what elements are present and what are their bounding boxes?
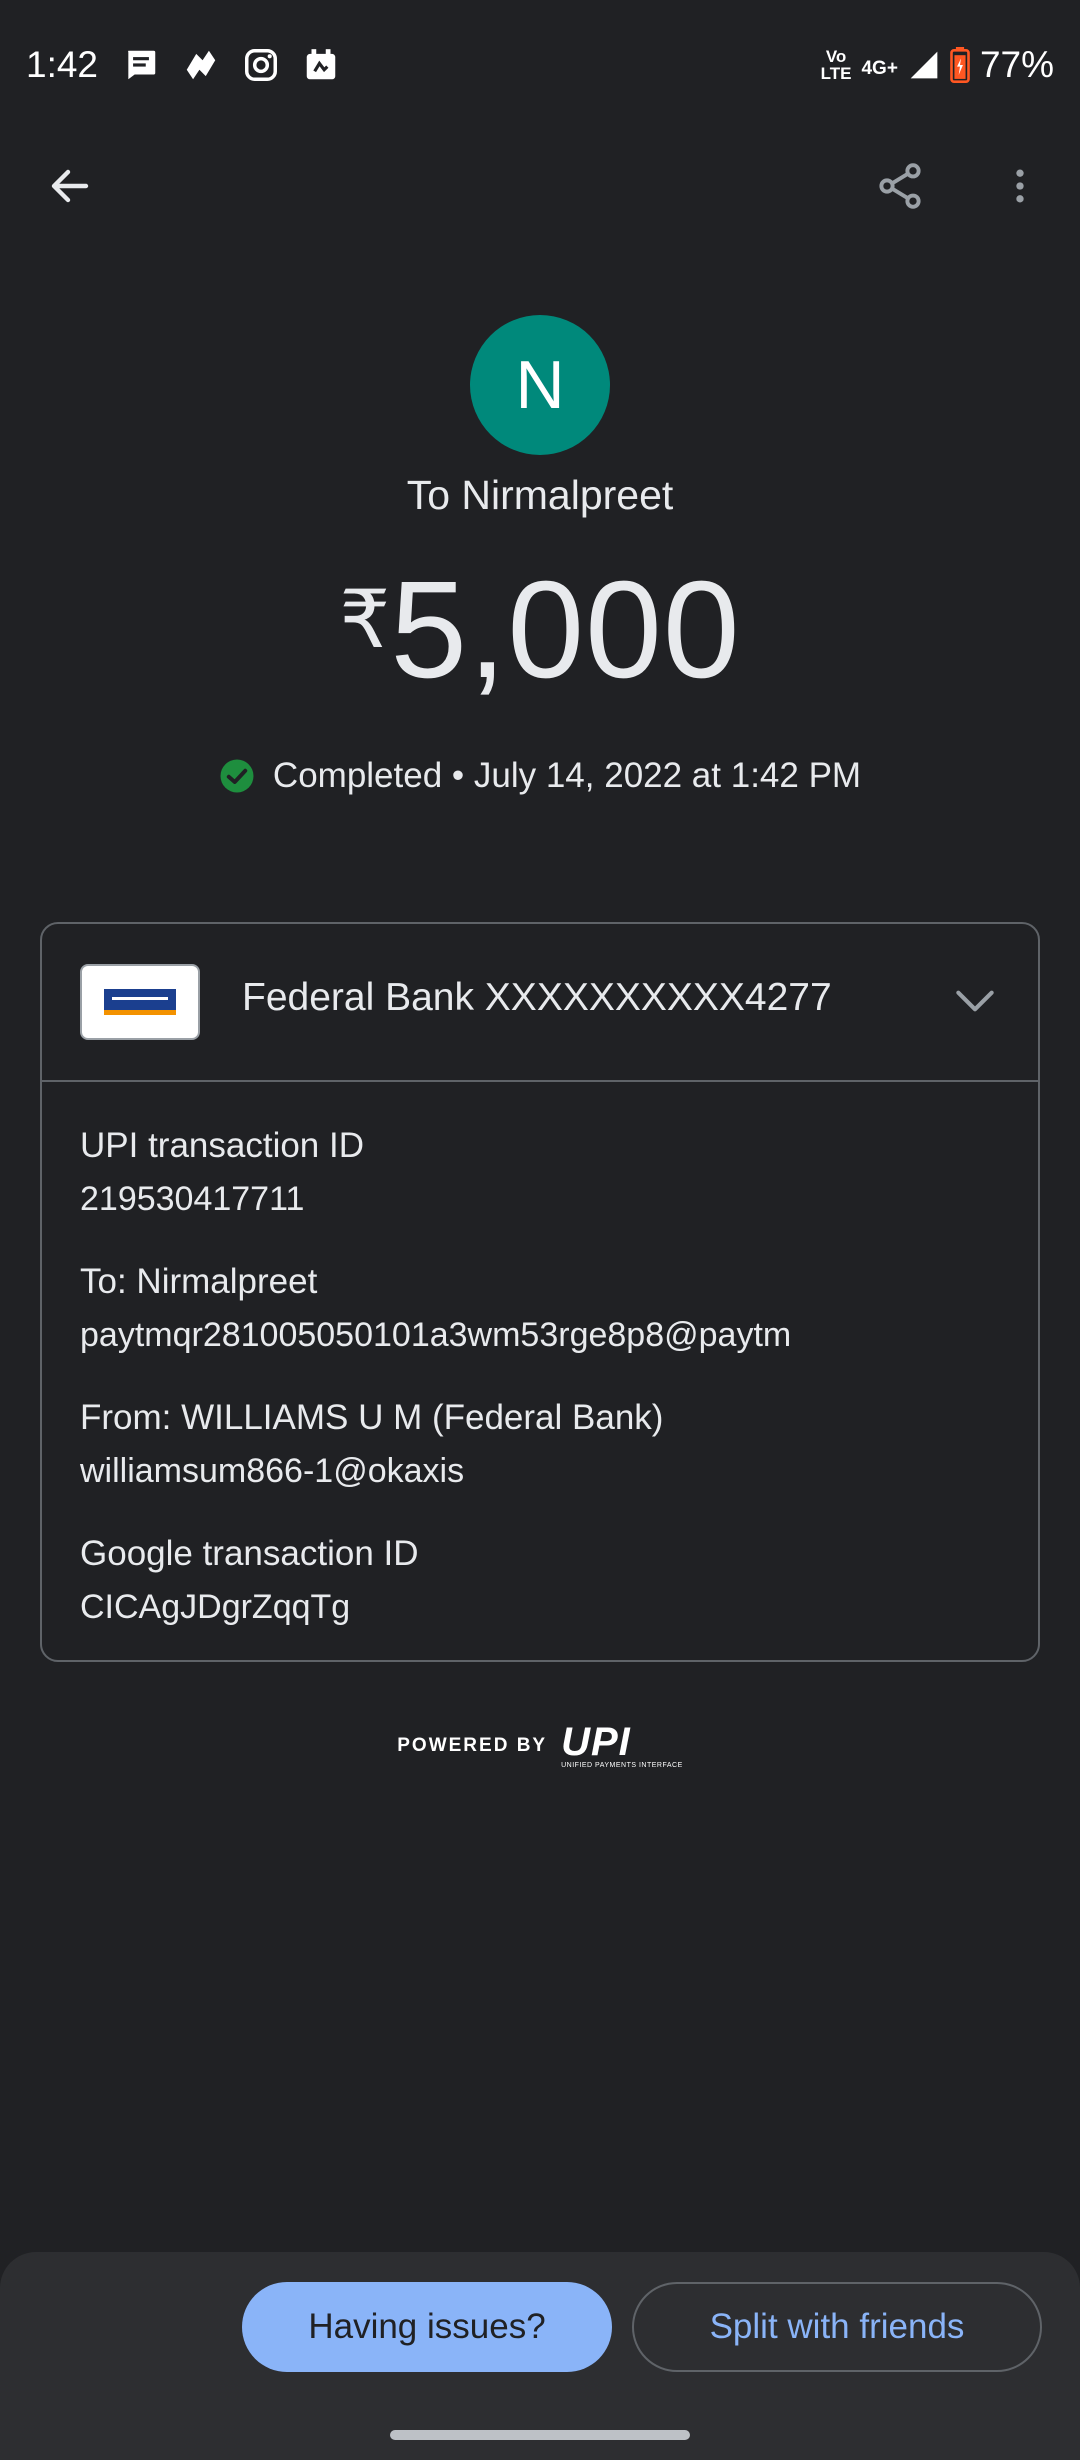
share-button[interactable] [858,144,942,228]
expand-button[interactable] [940,966,1010,1036]
recipient-name: To Nirmalpreet [406,472,674,518]
instagram-icon [245,49,278,81]
amount-value: 5,000 [390,553,741,707]
powered-by-text: POWERED BY [397,1734,548,1756]
recipient-avatar: N [470,315,610,455]
bottom-action-bar: Having issues? Split with friends [0,2252,1080,2460]
transaction-details-card: Federal Bank XXXXXXXXXX4277 UPI transact… [40,922,1040,1662]
status-time: 1:42 [26,44,99,85]
check-circle-icon [220,759,254,793]
chevron-down-icon [956,990,994,1012]
messages-icon [128,50,156,80]
upi-transaction-id: UPI transaction ID 219530417711 [80,1126,364,1218]
signal-icon [910,51,938,79]
currency-symbol: ₹ [339,575,391,664]
payment-details-screen: 1:42 Vo LTE 4G+ 77% N To Nirmalpreet ₹5,… [0,0,1080,2460]
share-icon [879,163,921,209]
status-bar: 1:42 Vo LTE 4G+ 77% [0,0,1080,130]
volte-indicator: Vo LTE [820,47,852,83]
notification-icons [122,46,340,84]
network-type: 4G+ [861,58,898,79]
to-account: To: Nirmalpreet paytmqr281005050101a3wm5… [80,1262,792,1354]
arrow-back-icon [51,169,89,203]
google-transaction-id: Google transaction ID CICAgJDgrZqqTg [80,1534,419,1626]
bank-account: Federal Bank XXXXXXXXXX4277 [242,976,832,1019]
federal-bank-logo [80,964,200,1040]
app-icon [186,50,216,80]
battery-percent: 77% [979,44,1054,85]
calendar-icon [306,49,336,80]
payment-amount: ₹5,000 [0,555,1080,748]
upi-logo: UPI UNIFIED PAYMENTS INTERFACE [561,1720,683,1769]
powered-by-upi: POWERED BY UPI UNIFIED PAYMENTS INTERFAC… [0,1722,1080,1769]
from-account: From: WILLIAMS U M (Federal Bank) willia… [80,1398,664,1490]
bank-account-row[interactable]: Federal Bank XXXXXXXXXX4277 [42,924,1038,1082]
status-text: Completed • July 14, 2022 at 1:42 PM [272,756,862,795]
top-app-bar [0,130,1080,240]
status-indicators: Vo LTE 4G+ 77% [821,44,1054,86]
more-options-button[interactable] [978,144,1062,228]
more-vert-icon [1016,169,1024,203]
back-button[interactable] [28,144,112,228]
battery-icon [950,47,970,83]
split-with-friends-button[interactable]: Split with friends [632,2282,1042,2372]
home-indicator[interactable] [390,2430,690,2440]
having-issues-button[interactable]: Having issues? [242,2282,612,2372]
payment-status: Completed • July 14, 2022 at 1:42 PM [0,756,1080,796]
